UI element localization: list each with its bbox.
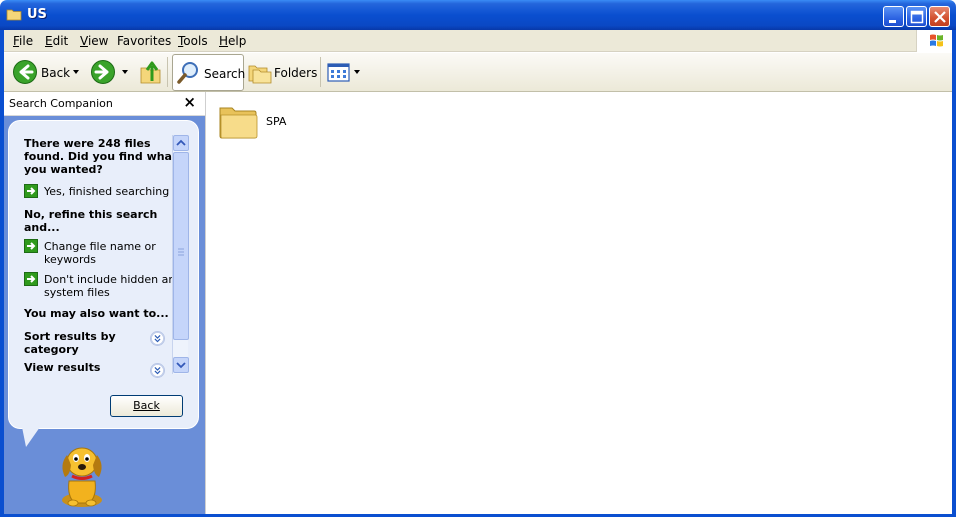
menu-file[interactable]: File (13, 34, 33, 48)
menu-edit-label: dit (52, 34, 69, 48)
chevron-up-icon (176, 139, 186, 146)
refine-heading-line: No, refine this search (24, 208, 158, 221)
menu-file-label: ile (19, 34, 34, 48)
up-folder-icon (140, 61, 161, 84)
maximize-button[interactable] (906, 6, 927, 27)
back-button[interactable]: Back (10, 53, 84, 92)
toolbar: Back Search Folders (4, 53, 952, 92)
menu-favorites[interactable]: Favorites (117, 34, 171, 48)
search-companion-close-button[interactable]: × (183, 93, 196, 111)
up-folder-button[interactable] (138, 53, 164, 92)
minimize-icon (889, 20, 896, 23)
menu-view-key: V (80, 34, 88, 48)
search-companion-bubble: There were 248 files found. Did you find… (8, 120, 199, 429)
chevron-down-icon (176, 362, 186, 369)
hidden-files-line: system files (44, 286, 110, 299)
folders-icon (248, 65, 272, 84)
menu-help[interactable]: Help (219, 34, 246, 48)
refine-heading-line: and... (24, 221, 60, 234)
view-results-link[interactable]: View results (24, 361, 100, 374)
scroll-thumb[interactable] (173, 152, 189, 340)
change-file-name-line: keywords (44, 253, 97, 266)
scroll-down-button[interactable] (173, 357, 189, 373)
search-icon (177, 62, 198, 84)
bubble-tail (22, 427, 40, 447)
refine-heading: No, refine this search and... (24, 208, 157, 234)
scroll-up-button[interactable] (173, 135, 189, 151)
results-found-line: There were 248 files (24, 137, 151, 150)
forward-button[interactable] (90, 53, 130, 92)
back-arrow-icon (13, 60, 37, 84)
folder-icon (219, 107, 258, 139)
menu-tools-label: ools (183, 34, 208, 48)
file-list-pane[interactable]: SPA (205, 92, 952, 514)
back-label: Back (41, 66, 71, 80)
window-border-right (952, 30, 956, 517)
search-button[interactable]: Search (172, 54, 246, 91)
window-title: US (27, 7, 47, 22)
minimize-button[interactable] (883, 6, 904, 27)
menu-edit-key: E (45, 34, 53, 48)
green-arrow-icon (24, 184, 38, 198)
close-icon (934, 11, 946, 23)
search-companion-panel: Search Companion × There were 248 files … (4, 92, 205, 514)
expand-chevron-icon[interactable] (150, 331, 165, 346)
bubble-scrollbar[interactable] (172, 135, 189, 374)
views-dropdown-icon[interactable] (354, 70, 360, 74)
folder-icon (6, 9, 22, 21)
maximize-icon (910, 10, 924, 24)
toolbar-separator (320, 57, 321, 87)
hidden-files-link[interactable]: Don't include hidden and system files (44, 273, 182, 299)
rover-dog-icon[interactable] (53, 437, 111, 509)
windows-logo (916, 30, 952, 52)
menu-help-key: H (219, 34, 229, 48)
back-dropdown-icon[interactable] (73, 70, 79, 74)
menu-view[interactable]: View (80, 34, 108, 48)
views-button[interactable] (326, 53, 362, 92)
results-found-text: There were 248 files found. Did you find… (24, 137, 177, 176)
folder-item-spa[interactable]: SPA (218, 102, 318, 147)
search-label: Search (204, 67, 246, 81)
forward-arrow-icon (91, 60, 115, 84)
menu-edit[interactable]: Edit (45, 34, 68, 48)
close-button[interactable] (929, 6, 950, 27)
grip-icon (178, 248, 184, 256)
sort-results-line: Sort results by (24, 330, 116, 343)
menu-tools[interactable]: Tools (178, 34, 208, 48)
windows-flag-icon (930, 34, 943, 47)
menu-bar: File Edit View Favorites Tools Help (4, 30, 952, 52)
companion-back-button[interactable]: Back (110, 395, 183, 417)
forward-dropdown-icon[interactable] (122, 70, 128, 74)
search-companion-title: Search Companion (9, 97, 113, 110)
also-want-heading: You may also want to... (24, 307, 169, 320)
title-bar[interactable]: US (0, 0, 956, 30)
results-found-line: found. Did you find what (24, 150, 178, 163)
results-found-line: you wanted? (24, 163, 103, 176)
expand-chevron-icon[interactable] (150, 363, 165, 378)
folders-label: Folders (274, 66, 318, 80)
toolbar-separator (167, 57, 168, 87)
search-companion-header: Search Companion × (4, 92, 205, 116)
menu-favorites-label: Favorites (117, 34, 172, 48)
menu-help-label: elp (228, 34, 247, 48)
sort-results-line: category (24, 343, 79, 356)
change-file-name-link[interactable]: Change file name or keywords (44, 240, 156, 266)
change-file-name-line: Change file name or (44, 240, 156, 253)
green-arrow-icon (24, 272, 38, 286)
yes-finished-link[interactable]: Yes, finished searching (44, 185, 169, 198)
green-arrow-icon (24, 239, 38, 253)
folder-name-label: SPA (266, 115, 287, 128)
companion-back-label: Back (133, 399, 160, 412)
views-icon (327, 63, 350, 82)
hidden-files-line: Don't include hidden and (44, 273, 183, 286)
sort-results-link[interactable]: Sort results by category (24, 330, 116, 356)
menu-view-label: iew (87, 34, 109, 48)
folders-button[interactable]: Folders (247, 53, 318, 92)
